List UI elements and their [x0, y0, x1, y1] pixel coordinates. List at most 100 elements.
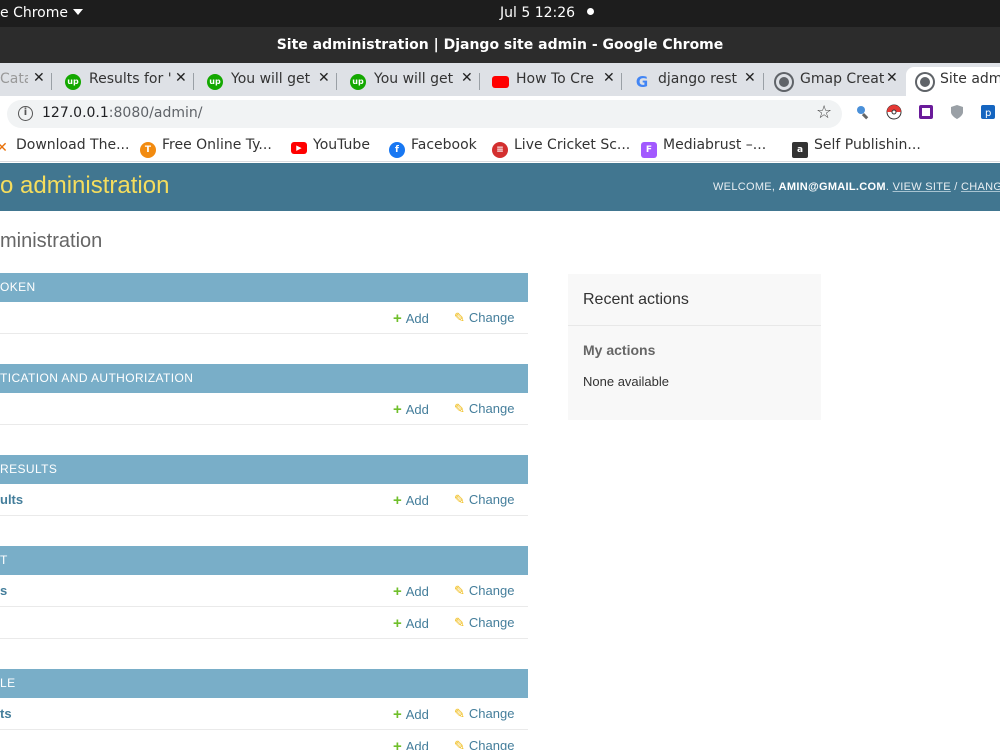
- extension-box-icon[interactable]: [918, 104, 934, 120]
- bookmark-star-icon[interactable]: ☆: [816, 102, 832, 123]
- change-link[interactable]: ✎ Change: [454, 706, 514, 722]
- extension-p-icon[interactable]: p: [980, 104, 996, 120]
- welcome-text: WELCOME,: [713, 181, 779, 193]
- django-header: o administration WELCOME, AMIN@GMAIL.COM…: [0, 163, 1000, 211]
- close-tab-icon[interactable]: ✕: [33, 70, 45, 86]
- change-label: Change: [468, 738, 515, 750]
- extension-pokeball-icon[interactable]: [886, 104, 902, 120]
- tab-strip: Cata ✕ up Results for ' ✕ up You will ge…: [0, 63, 1000, 96]
- add-link[interactable]: + Add: [393, 615, 429, 632]
- change-password-link[interactable]: CHANGE P: [961, 181, 1000, 193]
- change-link[interactable]: ✎ Change: [454, 738, 514, 750]
- svg-text:p: p: [985, 108, 991, 119]
- divider: [568, 325, 821, 326]
- close-tab-icon[interactable]: ✕: [318, 70, 330, 86]
- tab-5[interactable]: G django rest ✕: [622, 67, 764, 96]
- site-info-icon[interactable]: i: [18, 106, 33, 121]
- pencil-icon: ✎: [454, 615, 465, 630]
- add-label: Add: [405, 402, 429, 417]
- change-label: Change: [468, 310, 515, 325]
- close-tab-icon[interactable]: ✕: [461, 70, 473, 86]
- chevron-down-icon: [72, 9, 83, 15]
- close-tab-icon[interactable]: ✕: [175, 70, 187, 86]
- cricket-icon: ≡: [492, 142, 508, 158]
- extension-shield-icon[interactable]: [949, 104, 965, 120]
- bookmark-label: Download The...: [16, 137, 130, 153]
- tab-4[interactable]: How To Cre ✕: [480, 67, 622, 96]
- module-caption[interactable]: LE: [0, 669, 528, 698]
- change-link[interactable]: ✎ Change: [454, 583, 514, 599]
- app-module-authtoken: OKEN + Add ✎ Change: [0, 273, 528, 334]
- close-tab-icon[interactable]: ✕: [744, 70, 756, 86]
- bookmark-label: Free Online Ty...: [162, 137, 272, 153]
- bookmark-self-publishing[interactable]: a Self Publishin...: [792, 137, 921, 158]
- window-title-bar[interactable]: Site administration | Django site admin …: [0, 27, 1000, 63]
- tab-title: Gmap Creat: [800, 71, 884, 87]
- module-caption[interactable]: RESULTS: [0, 455, 528, 484]
- plus-icon: +: [393, 706, 402, 723]
- google-icon: G: [635, 73, 649, 91]
- bookmark-cricket[interactable]: ≡ Live Cricket Sc...: [492, 137, 630, 158]
- view-site-link[interactable]: VIEW SITE: [893, 181, 951, 193]
- tab-title: django rest: [658, 71, 737, 87]
- tab-1[interactable]: up Results for ' ✕: [52, 67, 194, 96]
- model-name-link[interactable]: ts: [0, 706, 12, 721]
- change-link[interactable]: ✎ Change: [454, 401, 514, 417]
- app-module-results: RESULTS ults + Add ✎ Change: [0, 455, 528, 516]
- app-menu-label: e Chrome: [0, 5, 68, 21]
- recent-actions-panel: Recent actions My actions None available: [568, 274, 821, 420]
- model-name-link[interactable]: ults: [0, 492, 23, 507]
- bookmark-label: Self Publishin...: [814, 137, 921, 153]
- bookmark-download[interactable]: ✕ Download The...: [0, 137, 129, 156]
- facebook-icon: f: [389, 142, 405, 158]
- pencil-icon: ✎: [454, 401, 465, 416]
- add-link[interactable]: + Add: [393, 492, 429, 509]
- change-link[interactable]: ✎ Change: [454, 310, 514, 326]
- module-caption[interactable]: TICATION AND AUTHORIZATION: [0, 364, 528, 393]
- add-link[interactable]: + Add: [393, 706, 429, 723]
- add-link[interactable]: + Add: [393, 738, 429, 750]
- url-path: :8080/admin/: [108, 105, 203, 121]
- module-caption[interactable]: OKEN: [0, 273, 528, 302]
- tab-3[interactable]: up You will get ✕: [337, 67, 480, 96]
- tab-0[interactable]: Cata ✕: [0, 67, 52, 96]
- model-name-link[interactable]: s: [0, 583, 7, 598]
- notification-dot-icon: [587, 8, 595, 15]
- address-bar[interactable]: i 127.0.0.1:8080/admin/ ☆: [7, 100, 842, 128]
- model-row: + Add ✎ Change: [0, 607, 528, 639]
- extension-search-icon[interactable]: [855, 104, 871, 120]
- window-title: Site administration | Django site admin …: [276, 37, 724, 53]
- bookmark-label: YouTube: [313, 137, 370, 153]
- youtube-icon: ▶: [291, 142, 307, 154]
- bookmark-typing[interactable]: T Free Online Ty...: [140, 137, 272, 158]
- username: AMIN@GMAIL.COM: [778, 181, 886, 193]
- add-link[interactable]: + Add: [393, 401, 429, 418]
- change-label: Change: [468, 706, 515, 721]
- add-label: Add: [405, 311, 429, 326]
- app-menu[interactable]: e Chrome: [0, 5, 83, 21]
- bookmark-facebook[interactable]: f Facebook: [389, 137, 477, 158]
- clock[interactable]: Jul 5 12:26: [500, 5, 595, 21]
- plus-icon: +: [393, 310, 402, 327]
- tab-6[interactable]: Gmap Creat ✕: [764, 67, 906, 96]
- close-tab-icon[interactable]: ✕: [603, 70, 615, 86]
- add-link[interactable]: + Add: [393, 583, 429, 600]
- close-tab-icon[interactable]: ✕: [886, 70, 898, 86]
- tab-2[interactable]: up You will get ✕: [194, 67, 337, 96]
- bookmark-youtube[interactable]: ▶ YouTube: [291, 137, 370, 154]
- change-link[interactable]: ✎ Change: [454, 492, 514, 508]
- change-label: Change: [468, 492, 515, 507]
- site-branding[interactable]: o administration: [0, 172, 169, 200]
- bookmark-label: Facebook: [411, 137, 477, 153]
- add-link[interactable]: + Add: [393, 310, 429, 327]
- pencil-icon: ✎: [454, 738, 465, 750]
- model-row: + Add ✎ Change: [0, 302, 528, 334]
- url-text[interactable]: 127.0.0.1:8080/admin/: [42, 105, 202, 121]
- system-top-bar: e Chrome Jul 5 12:26: [0, 0, 1000, 27]
- change-link[interactable]: ✎ Change: [454, 615, 514, 631]
- bookmarks-bar: ✕ Download The... T Free Online Ty... ▶ You…: [0, 131, 1000, 162]
- tab-7-active[interactable]: Site admi: [906, 67, 1000, 96]
- module-caption[interactable]: T: [0, 546, 528, 575]
- my-actions-heading: My actions: [583, 342, 656, 358]
- bookmark-mediabrust[interactable]: F Mediabrust –...: [641, 137, 766, 158]
